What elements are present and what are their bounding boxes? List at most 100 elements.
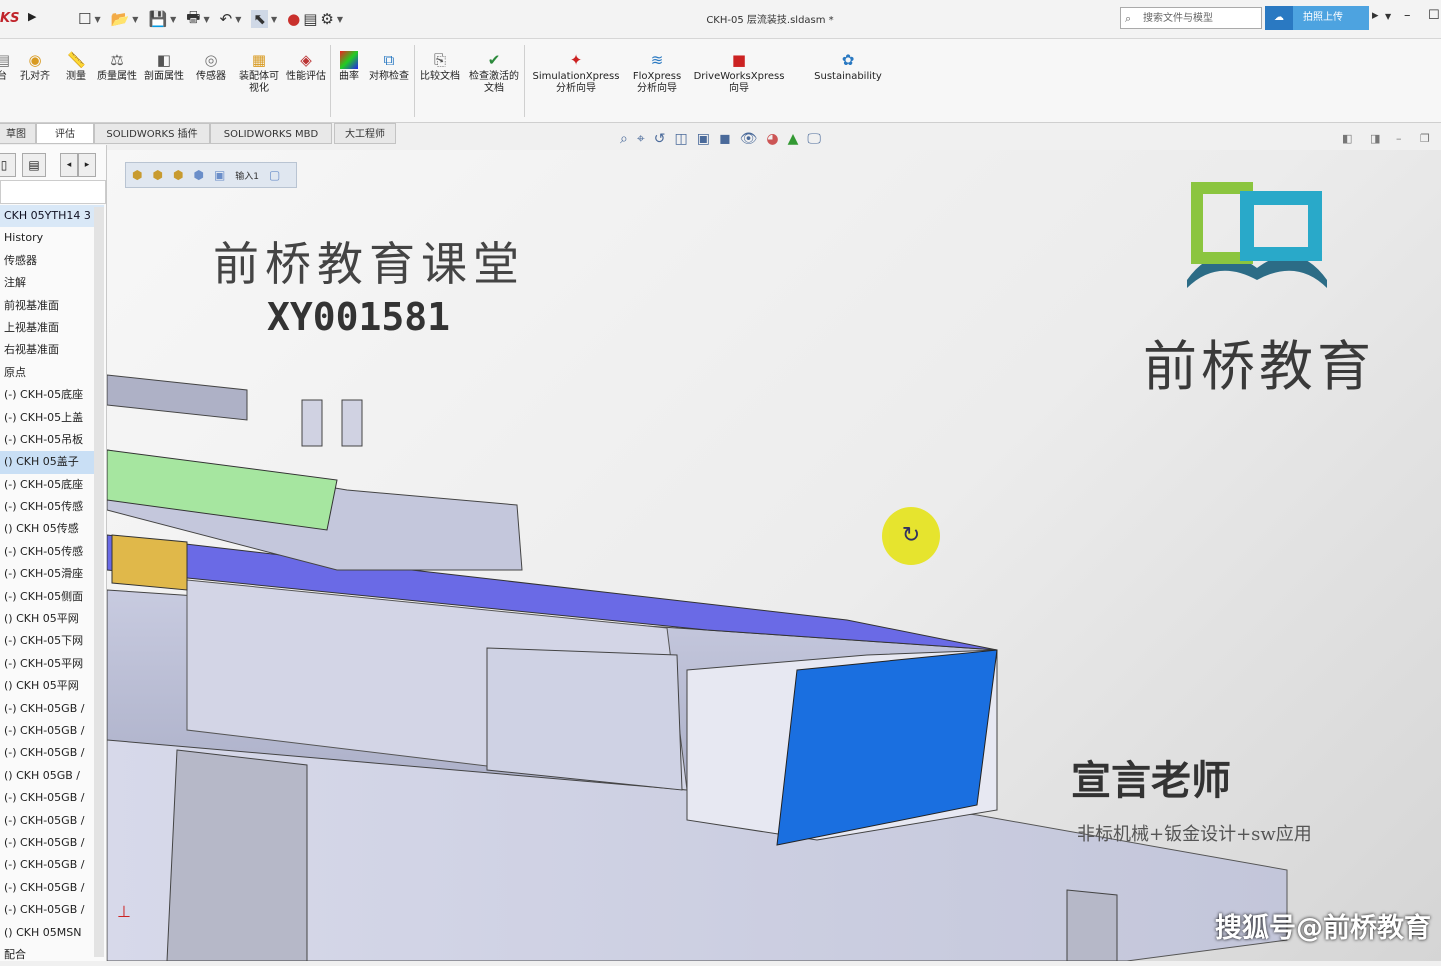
tree-item[interactable]: (-) CKH-05底座 (0, 474, 104, 496)
tree-item[interactable]: () CKH 05平网 (0, 608, 104, 630)
ribbon-button-mass-props[interactable]: ⚖ 质量属性 (96, 51, 138, 83)
tree-item[interactable]: () CKH 05GB / (0, 765, 104, 787)
open-dropdown-icon[interactable]: ▼ (132, 15, 138, 24)
upload-button[interactable]: ☁ 拍照上传 (1265, 6, 1369, 30)
ribbon-button-floxpress[interactable]: ≋ FloXpress 分析向导 (628, 51, 686, 95)
ribbon-button-section-props[interactable]: ◧ 剖面属性 (142, 51, 186, 83)
ribbon-button-sensor[interactable]: ◎ 传感器 (190, 51, 232, 83)
tree-item[interactable]: (-) CKH-05GB / (0, 698, 104, 720)
tree-item[interactable]: (-) CKH-05平网 (0, 653, 104, 675)
feature-manager-tab[interactable]: ▯ (0, 153, 16, 177)
open-file-icon[interactable]: 📂 (111, 10, 130, 28)
file-properties-icon[interactable]: ▤ (303, 10, 317, 28)
search-input[interactable]: ⌕ 搜索文件与模型 (1120, 7, 1262, 29)
tab-evaluate[interactable]: 评估 (36, 123, 94, 144)
ribbon-button-hole-align[interactable]: ◉ 孔对齐 (14, 51, 56, 83)
ribbon-button-assembly-visual[interactable]: ▦ 装配体可视化 (236, 51, 282, 95)
tree-item[interactable]: (-) CKH-05GB / (0, 720, 104, 742)
tree-item[interactable]: (-) CKH-05GB / (0, 854, 104, 876)
graphics-viewport[interactable]: ⬢ ⬢ ⬢ ⬢ ▣ 输入1 ▢ 前桥教育课堂 XY001581 前桥教育 宣言老… (107, 150, 1441, 961)
view-orientation-icon[interactable]: ▣ (697, 131, 710, 147)
tree-item[interactable]: () CKH 05传感 (0, 518, 104, 540)
panel-next-icon[interactable]: ▸ (78, 153, 96, 177)
tree-item[interactable]: 右视基准面 (0, 339, 104, 361)
tab-solidworks-mbd[interactable]: SOLIDWORKS MBD (210, 123, 332, 144)
tree-item[interactable]: () CKH 05盖子 (0, 451, 104, 474)
tree-item[interactable]: (-) CKH-05下网 (0, 630, 104, 652)
ribbon-button-curvature[interactable]: 曲率 (334, 51, 364, 83)
tree-item[interactable]: (-) CKH-05GB / (0, 877, 104, 899)
tree-item[interactable]: (-) CKH-05吊板 (0, 429, 104, 451)
tree-item[interactable]: (-) CKH-05GB / (0, 899, 104, 921)
ribbon-button-compare[interactable]: ⎘ 比较文档 (418, 51, 462, 83)
tree-item[interactable]: () CKH 05平网 (0, 675, 104, 697)
viewport-minimize-icon[interactable]: – (1396, 132, 1402, 145)
tree-scrollbar[interactable] (94, 207, 104, 957)
tree-item[interactable]: 注解 (0, 272, 104, 294)
minimize-icon[interactable]: – (1404, 8, 1411, 23)
tree-item[interactable]: 上视基准面 (0, 317, 104, 339)
new-dropdown-icon[interactable]: ▼ (94, 15, 100, 24)
tree-item[interactable]: (-) CKH-05GB / (0, 742, 104, 764)
ribbon-button-0[interactable]: ▤ 台 (0, 51, 10, 83)
tree-item[interactable]: (-) CKH-05侧面 (0, 586, 104, 608)
ribbon-button-measure[interactable]: 📏 测量 (58, 51, 94, 83)
panel-prev-icon[interactable]: ◂ (60, 153, 78, 177)
ribbon-button-check-doc[interactable]: ✔ 检查激活的文档 (466, 51, 522, 95)
tree-item[interactable]: 传感器 (0, 250, 104, 272)
tab-sketch[interactable]: 草图 (0, 123, 36, 144)
expand-menu-icon[interactable]: ▶ (28, 10, 36, 23)
rebuild-icon[interactable]: ● (287, 10, 300, 28)
tree-item[interactable]: (-) CKH-05GB / (0, 787, 104, 809)
select-dropdown-icon[interactable]: ▼ (271, 15, 277, 24)
tree-item[interactable]: 原点 (0, 362, 104, 384)
tree-item[interactable]: (-) CKH-05传感 (0, 496, 104, 518)
tab-solidworks-addins[interactable]: SOLIDWORKS 插件 (94, 123, 210, 144)
tile-view-icon[interactable]: ◨ (1370, 132, 1380, 145)
more-icon[interactable]: ▸ (1372, 8, 1379, 23)
print-dropdown-icon[interactable]: ▼ (203, 15, 209, 24)
tree-filter-input[interactable] (0, 180, 106, 204)
help-dropdown-icon[interactable]: ▼ (1385, 12, 1391, 21)
display-style-icon[interactable]: ◼ (719, 131, 731, 147)
undo-dropdown-icon[interactable]: ▼ (235, 15, 241, 24)
tree-item[interactable]: (-) CKH-05传感 (0, 541, 104, 563)
tree-item[interactable]: 配合 (0, 944, 104, 966)
save-dropdown-icon[interactable]: ▼ (170, 15, 176, 24)
zoom-area-icon[interactable]: ⌖ (637, 131, 645, 147)
maximize-icon[interactable]: ☐ (1428, 8, 1440, 23)
hide-show-icon[interactable]: 👁 (740, 131, 758, 147)
print-icon[interactable]: 🖶 (186, 7, 200, 32)
section-view-icon[interactable]: ◫ (674, 131, 687, 147)
tab-big-engineer[interactable]: 大工程师 (334, 123, 396, 144)
tree-item[interactable]: (-) CKH-05GB / (0, 832, 104, 854)
split-view-icon[interactable]: ◧ (1342, 132, 1352, 145)
viewport-restore-icon[interactable]: ❐ (1420, 132, 1430, 145)
tree-item[interactable]: 前视基准面 (0, 295, 104, 317)
tree-item[interactable]: (-) CKH-05底座 (0, 384, 104, 406)
previous-view-icon[interactable]: ↺ (654, 131, 666, 147)
edit-appearance-icon[interactable]: ◕ (766, 131, 778, 147)
save-icon[interactable]: 💾 (148, 10, 167, 28)
options-gear-icon[interactable]: ⚙ (320, 10, 333, 28)
select-arrow-icon[interactable]: ⬉ (251, 10, 268, 28)
tree-item[interactable]: History (0, 227, 104, 249)
tree-item[interactable]: (-) CKH-05滑座 (0, 563, 104, 585)
tree-root[interactable]: CKH 05YTH14 3 (0, 205, 104, 228)
tree-item[interactable]: (-) CKH-05GB / (0, 810, 104, 832)
undo-icon[interactable]: ↶ (220, 10, 233, 28)
ribbon-button-symmetry[interactable]: ⧉ 对称检查 (366, 51, 412, 83)
ribbon-button-sustainability[interactable]: ✿ Sustainability (806, 51, 890, 83)
options-dropdown-icon[interactable]: ▼ (337, 15, 343, 24)
view-settings-icon[interactable]: 🖵 (807, 131, 821, 147)
new-file-icon[interactable]: ☐ (78, 10, 91, 28)
ribbon-button-performance[interactable]: ◈ 性能评估 (286, 51, 326, 83)
tree-item[interactable]: () CKH 05MSN (0, 922, 104, 944)
tree-item[interactable]: (-) CKH-05上盖 (0, 407, 104, 429)
property-manager-tab[interactable]: ▤ (22, 153, 46, 177)
cylinder-2 (341, 399, 363, 447)
scene-icon[interactable]: ▲ (788, 131, 799, 147)
ribbon-button-simulationxpress[interactable]: ✦ SimulationXpress 分析向导 (528, 51, 624, 95)
ribbon-button-driveworksxpress[interactable]: ■ DriveWorksXpress 向导 (690, 51, 788, 95)
zoom-to-fit-icon[interactable]: ⌕ (620, 131, 628, 147)
